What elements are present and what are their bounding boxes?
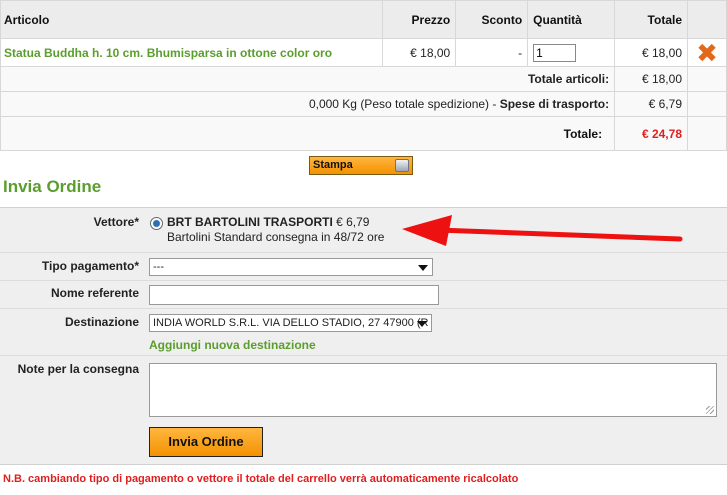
notes-label: Note per la consegna	[17, 362, 139, 376]
print-button-label: Stampa	[313, 159, 353, 171]
referent-input[interactable]	[149, 285, 439, 305]
cart-item-row: Statua Buddha h. 10 cm. Bhumisparsa in o…	[0, 38, 727, 68]
remove-item-icon[interactable]: ✖	[696, 38, 718, 68]
product-link[interactable]: Statua Buddha h. 10 cm. Bhumisparsa in o…	[1, 46, 332, 60]
cart-header-row: Articolo Prezzo Sconto Quantità Totale	[0, 0, 727, 39]
total-articles-label: Totale articoli:	[0, 66, 616, 92]
shipping-label: Spese di trasporto:	[499, 97, 610, 111]
chevron-down-icon	[418, 265, 428, 271]
total-articles-value: € 18,00	[614, 66, 688, 92]
referent-label: Nome referente	[50, 286, 139, 300]
order-form: Vettore* BRT BARTOLINI TRASPORTI € 6,79 …	[0, 207, 727, 465]
header-remove	[687, 0, 727, 39]
carrier-label: Vettore*	[93, 215, 139, 229]
cart-table: Articolo Prezzo Sconto Quantità Totale S…	[0, 0, 727, 151]
shipping-row: 0,000 Kg (Peso totale spedizione) - Spes…	[0, 91, 727, 117]
carrier-radio[interactable]	[150, 217, 163, 230]
section-title: Invia Ordine	[3, 177, 102, 196]
grand-total-row: Totale: € 24,78	[0, 116, 727, 151]
payment-selected-value: ---	[153, 261, 164, 273]
divider	[0, 355, 727, 356]
header-price: Prezzo	[382, 0, 457, 39]
payment-select[interactable]: ---	[149, 258, 433, 276]
grand-total-value: € 24,78	[614, 116, 688, 151]
submit-order-button[interactable]: Invia Ordine	[149, 427, 263, 457]
destination-selected-value: INDIA WORLD S.R.L. VIA DELLO STADIO, 27 …	[153, 317, 429, 329]
chevron-down-icon	[417, 321, 427, 327]
header-article: Articolo	[0, 0, 384, 39]
header-total: Totale	[614, 0, 688, 39]
destination-select[interactable]: INDIA WORLD S.R.L. VIA DELLO STADIO, 27 …	[149, 314, 432, 332]
notes-textarea[interactable]	[149, 363, 717, 417]
item-discount: -	[455, 38, 529, 67]
printer-icon	[395, 159, 409, 172]
header-discount: Sconto	[455, 0, 529, 39]
grand-total-label: Totale:	[0, 116, 616, 151]
carrier-price: € 6,79	[332, 215, 370, 229]
print-button[interactable]: Stampa	[309, 156, 413, 175]
recalc-note: N.B. cambiando tipo di pagamento o vetto…	[3, 473, 519, 485]
resize-grip-icon[interactable]	[706, 406, 714, 414]
divider	[0, 252, 727, 253]
carrier-name: BRT BARTOLINI TRASPORTI € 6,79	[167, 215, 370, 229]
divider	[0, 308, 727, 309]
destination-label: Destinazione	[64, 315, 139, 329]
item-total: € 18,00	[614, 38, 688, 67]
divider	[0, 280, 727, 281]
shipping-weight: 0,000 Kg (Peso totale spedizione) -	[308, 97, 500, 111]
total-articles-row: Totale articoli: € 18,00	[0, 66, 727, 92]
payment-label: Tipo pagamento*	[41, 259, 139, 273]
add-destination-link[interactable]: Aggiungi nuova destinazione	[149, 338, 316, 352]
quantity-input[interactable]	[533, 43, 577, 62]
header-quantity: Quantità	[527, 0, 616, 39]
item-price: € 18,00	[382, 38, 457, 67]
shipping-value: € 6,79	[614, 91, 688, 117]
carrier-description: Bartolini Standard consegna in 48/72 ore	[167, 230, 385, 244]
